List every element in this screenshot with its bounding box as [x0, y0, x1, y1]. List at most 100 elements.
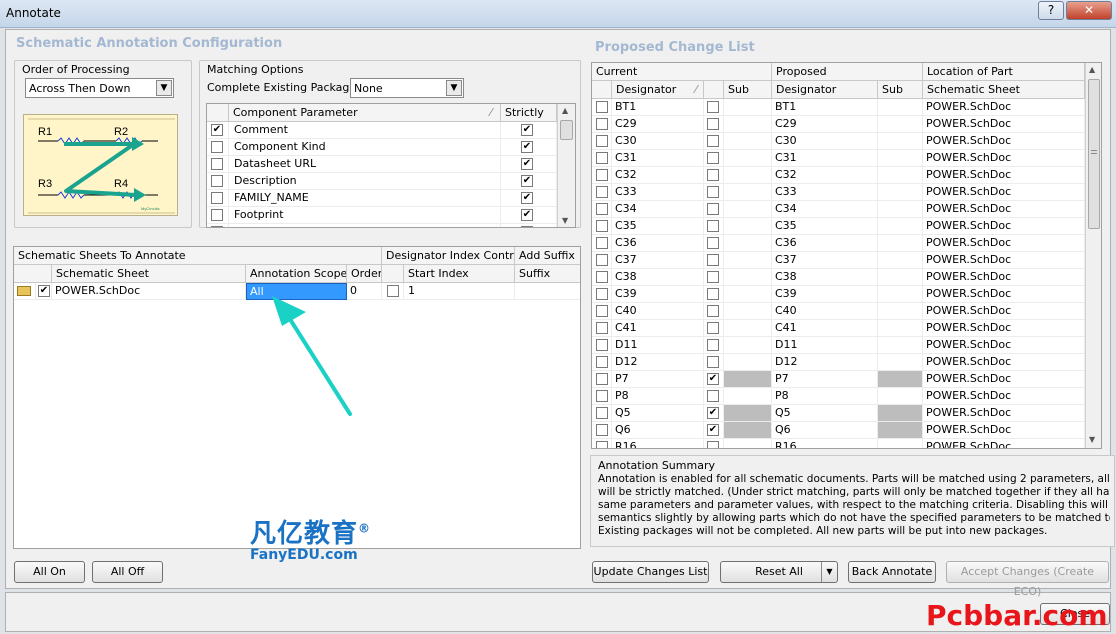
change-row-check-cell[interactable]: [592, 354, 612, 371]
change-row-check-cell[interactable]: [592, 133, 612, 150]
sub-checkbox[interactable]: [707, 271, 719, 283]
index-control-cell[interactable]: [382, 283, 404, 300]
sub-checkbox[interactable]: [707, 101, 719, 113]
change-row-check-cell[interactable]: [592, 218, 612, 235]
change-row-check-cell[interactable]: [592, 167, 612, 184]
sub-checkbox[interactable]: [707, 152, 719, 164]
change-row-check-cell[interactable]: [592, 116, 612, 133]
change-row-check-cell[interactable]: [592, 235, 612, 252]
scope-column-header[interactable]: Annotation Scope: [246, 265, 347, 283]
current-designator-header[interactable]: Designator ⁄: [612, 81, 704, 99]
param-strictly-checkbox[interactable]: ✔: [521, 124, 533, 136]
current-sub-header[interactable]: Sub: [724, 81, 772, 99]
param-include-checkbox[interactable]: [211, 158, 223, 170]
update-changes-button[interactable]: Update Changes List: [592, 561, 709, 583]
proposed-sub-header[interactable]: Sub: [878, 81, 923, 99]
change-row-checkbox[interactable]: [596, 305, 608, 317]
window-close-button[interactable]: ✕: [1066, 1, 1112, 20]
suffix-column-header[interactable]: Suffix: [515, 265, 580, 283]
change-row-check-cell[interactable]: [592, 422, 612, 439]
change-row-checkbox[interactable]: [596, 373, 608, 385]
change-row-checkbox[interactable]: [596, 118, 608, 130]
change-row-check-cell[interactable]: [592, 201, 612, 218]
change-row-checkbox[interactable]: [596, 254, 608, 266]
sub-check-cell[interactable]: [704, 99, 724, 116]
change-row-checkbox[interactable]: [596, 186, 608, 198]
change-row-checkbox[interactable]: [596, 101, 608, 113]
sub-checkbox[interactable]: [707, 356, 719, 368]
param-strictly-checkbox[interactable]: ✔: [521, 226, 533, 227]
sub-checkbox[interactable]: [707, 322, 719, 334]
sub-checkbox[interactable]: [707, 305, 719, 317]
suffix-cell[interactable]: [515, 283, 580, 300]
param-strictly-cell[interactable]: ✔: [501, 224, 557, 227]
change-row-check-cell[interactable]: [592, 371, 612, 388]
change-row-checkbox[interactable]: [596, 407, 608, 419]
sub-check-cell[interactable]: [704, 218, 724, 235]
change-row-check-cell[interactable]: [592, 337, 612, 354]
param-include-checkbox[interactable]: [211, 175, 223, 187]
param-include-cell[interactable]: [207, 224, 229, 227]
sub-check-cell[interactable]: [704, 116, 724, 133]
change-row-checkbox[interactable]: [596, 288, 608, 300]
sub-check-cell[interactable]: ✔: [704, 371, 724, 388]
param-include-cell[interactable]: [207, 190, 229, 207]
change-row-checkbox[interactable]: [596, 322, 608, 334]
param-include-cell[interactable]: [207, 156, 229, 173]
chevron-down-icon[interactable]: ▼: [821, 562, 837, 582]
param-include-cell[interactable]: [207, 139, 229, 156]
sub-checkbox[interactable]: ✔: [707, 373, 719, 385]
param-include-checkbox[interactable]: [211, 192, 223, 204]
scroll-up-icon[interactable]: ▲: [1089, 65, 1095, 74]
change-row-checkbox[interactable]: [596, 237, 608, 249]
param-strictly-checkbox[interactable]: ✔: [521, 192, 533, 204]
param-strictly-checkbox[interactable]: ✔: [521, 175, 533, 187]
change-row-check-cell[interactable]: [592, 184, 612, 201]
sub-check-cell[interactable]: [704, 235, 724, 252]
sub-check-cell[interactable]: [704, 133, 724, 150]
help-button[interactable]: ?: [1038, 1, 1064, 20]
proposed-designator-header[interactable]: Designator: [772, 81, 878, 99]
change-row-checkbox[interactable]: [596, 220, 608, 232]
param-include-checkbox[interactable]: ✔: [211, 124, 223, 136]
sub-checkbox[interactable]: ✔: [707, 424, 719, 436]
param-include-checkbox[interactable]: [211, 141, 223, 153]
change-row-checkbox[interactable]: [596, 390, 608, 402]
sheet-enable-cell[interactable]: ✔: [36, 283, 52, 300]
sub-checkbox[interactable]: [707, 441, 719, 448]
matching-scrollbar[interactable]: ▲ ▼: [557, 104, 575, 227]
param-strictly-cell[interactable]: ✔: [501, 156, 557, 173]
param-include-cell[interactable]: [207, 207, 229, 224]
sub-check-cell[interactable]: [704, 388, 724, 405]
sheet-enable-checkbox[interactable]: ✔: [38, 285, 50, 297]
chevron-down-icon[interactable]: ▼: [446, 80, 462, 96]
param-strictly-checkbox[interactable]: ✔: [521, 141, 533, 153]
sub-check-cell[interactable]: [704, 150, 724, 167]
param-strictly-cell[interactable]: ✔: [501, 190, 557, 207]
change-row-check-cell[interactable]: [592, 405, 612, 422]
change-row-check-cell[interactable]: [592, 269, 612, 286]
change-row-checkbox[interactable]: [596, 169, 608, 181]
sub-checkbox[interactable]: ✔: [707, 407, 719, 419]
change-row-check-cell[interactable]: [592, 388, 612, 405]
change-row-checkbox[interactable]: [596, 203, 608, 215]
order-select[interactable]: Across Then Down ▼: [25, 78, 174, 98]
reset-all-button[interactable]: Reset All ▼: [720, 561, 838, 583]
all-off-button[interactable]: All Off: [92, 561, 163, 583]
sub-checkbox[interactable]: [707, 220, 719, 232]
sub-check-cell[interactable]: [704, 354, 724, 371]
start-index-cell[interactable]: 1: [404, 283, 515, 300]
sub-checkbox[interactable]: [707, 288, 719, 300]
change-row-checkbox[interactable]: [596, 271, 608, 283]
sub-checkbox[interactable]: [707, 186, 719, 198]
accept-changes-button[interactable]: Accept Changes (Create ECO): [946, 561, 1109, 598]
change-row-checkbox[interactable]: [596, 152, 608, 164]
param-strictly-checkbox[interactable]: ✔: [521, 209, 533, 221]
sub-check-cell[interactable]: [704, 320, 724, 337]
param-strictly-cell[interactable]: ✔: [501, 173, 557, 190]
change-row-check-cell[interactable]: [592, 252, 612, 269]
change-row-check-cell[interactable]: [592, 99, 612, 116]
sub-check-cell[interactable]: [704, 439, 724, 448]
schematic-sheet-header[interactable]: Schematic Sheet: [923, 81, 1085, 99]
sub-checkbox[interactable]: [707, 390, 719, 402]
